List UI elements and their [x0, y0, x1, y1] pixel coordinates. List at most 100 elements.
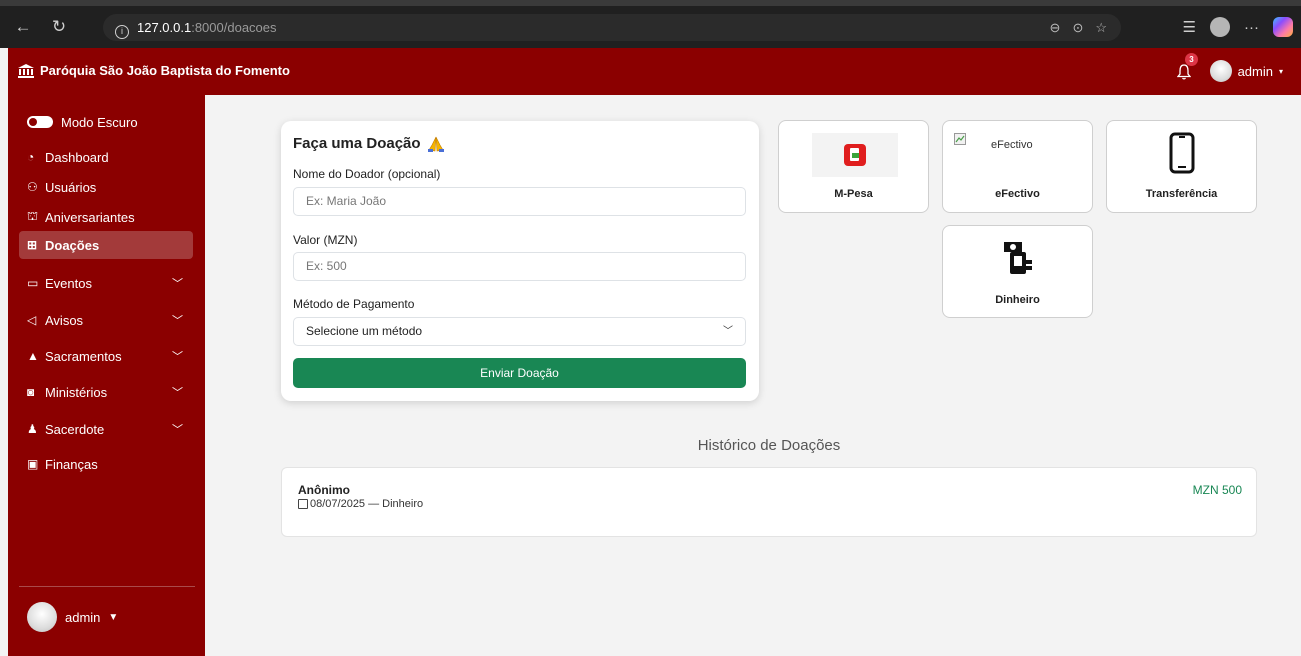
- notifications-button[interactable]: 3: [1176, 53, 1198, 82]
- sidebar: Modo Escuro ◔ Dashboard ⚇ Usuários ⛫ Ani…: [8, 95, 205, 656]
- favorite-star-icon[interactable]: ☆: [1095, 20, 1107, 35]
- drop-icon: ▲: [27, 349, 39, 363]
- back-icon[interactable]: ←: [12, 16, 34, 38]
- mpesa-logo: [812, 133, 898, 177]
- form-title: Faça uma Doação: [293, 135, 747, 152]
- caret-down-icon: ▼: [108, 611, 119, 623]
- donor-name: Anônimo: [298, 483, 350, 497]
- sidebar-item-label: Sacerdote: [45, 421, 105, 437]
- browser-chrome: ← ↻ i 127.0.0.1:8000/doacoes ⊖ ⊙ ☆ ☰ ···: [0, 0, 1301, 48]
- payment-card-label: M-Pesa: [834, 188, 873, 200]
- payment-card-efectivo[interactable]: eFectivo eFectivo: [942, 120, 1093, 213]
- user-menu-toggle[interactable]: admin ▾: [1209, 60, 1283, 82]
- sidebar-item-financas[interactable]: ▣ Finanças: [19, 450, 193, 478]
- sidebar-item-label: Finanças: [45, 456, 98, 472]
- donor-name-label: Nome do Doador (opcional): [293, 167, 441, 181]
- sidebar-item-eventos[interactable]: ▭ Eventos ﹀: [19, 269, 193, 297]
- sidebar-item-usuarios[interactable]: ⚇ Usuários: [19, 173, 193, 201]
- submit-donation-button[interactable]: Enviar Doação: [293, 358, 746, 388]
- payment-method-value: Selecione um método: [306, 324, 423, 338]
- calendar-check-icon: [298, 499, 308, 509]
- reader-icon[interactable]: ⊙: [1072, 20, 1083, 35]
- avatar: [1209, 60, 1232, 82]
- history-title: Histórico de Doações: [697, 437, 841, 454]
- amount-label: Valor (MZN): [293, 233, 358, 247]
- broken-image-icon: [954, 133, 966, 145]
- mpesa-icon: [844, 144, 866, 166]
- sidebar-item-sacerdote[interactable]: ♟ Sacerdote ﹀: [19, 415, 193, 443]
- amount-input[interactable]: Ex: 500: [293, 252, 746, 281]
- sidebar-item-label: Eventos: [45, 275, 92, 291]
- refresh-icon[interactable]: ↻: [48, 16, 70, 38]
- brand[interactable]: Paróquia São João Baptista do Fomento: [18, 63, 290, 78]
- sidebar-item-dashboard[interactable]: ◔ Dashboard: [19, 143, 193, 171]
- sidebar-item-label: Usuários: [45, 179, 97, 195]
- payment-method-label: Método de Pagamento: [293, 297, 415, 311]
- brand-title: Paróquia São João Baptista do Fomento: [40, 63, 290, 78]
- donation-meta: 08/07/2025 — Dinheiro: [298, 498, 423, 510]
- payment-card-mpesa[interactable]: M-Pesa: [778, 120, 929, 213]
- window-edge: [0, 48, 8, 656]
- cash-icon: [1004, 242, 1032, 274]
- favorites-icon[interactable]: ☰: [1183, 18, 1196, 36]
- main-content: Faça uma Doação Nome do Doador (opcional…: [205, 95, 1301, 656]
- avatar: [27, 602, 57, 632]
- dark-mode-toggle[interactable]: Modo Escuro: [19, 108, 193, 136]
- sidebar-item-label: Doações: [45, 237, 100, 253]
- browser-toolbar: ☰ ···: [1183, 12, 1293, 42]
- chevron-down-icon: ﹀: [723, 326, 733, 337]
- sidebar-item-label: Aniversariantes: [45, 209, 135, 225]
- cake-icon: ⛫: [27, 209, 39, 223]
- users-icon: ⚇: [27, 180, 38, 194]
- chevron-down-icon: ﹀: [172, 278, 183, 290]
- megaphone-icon: ◁: [27, 313, 37, 327]
- sidebar-item-label: Avisos: [45, 312, 84, 328]
- calendar-icon: ▭: [27, 276, 39, 290]
- copilot-icon[interactable]: [1273, 17, 1293, 37]
- url-host: 127.0.0.1: [137, 20, 192, 35]
- efectivo-alt-text: eFectivo: [991, 139, 1033, 151]
- payment-card-transferencia[interactable]: Transferência: [1106, 120, 1257, 213]
- church-icon: [18, 63, 34, 78]
- browser-profile-icon[interactable]: [1210, 17, 1230, 37]
- dashboard-icon: ◔: [27, 150, 35, 164]
- bell-icon: [1176, 64, 1192, 80]
- notification-badge: 3: [1185, 53, 1198, 66]
- payment-card-dinheiro[interactable]: Dinheiro: [942, 225, 1093, 318]
- chevron-down-icon: ﹀: [172, 315, 183, 327]
- caret-down-icon: ▾: [1278, 66, 1283, 76]
- donation-form-card: Faça uma Doação Nome do Doador (opcional…: [281, 121, 759, 401]
- gift-icon: ⊞: [27, 238, 38, 252]
- sidebar-item-aniversariantes[interactable]: ⛫ Aniversariantes: [19, 203, 193, 231]
- chevron-down-icon: ﹀: [172, 424, 183, 436]
- sidebar-item-label: Ministérios: [45, 384, 108, 400]
- sidebar-item-sacramentos[interactable]: ▲ Sacramentos ﹀: [19, 342, 193, 370]
- sidebar-divider: [19, 586, 195, 587]
- form-title-text: Faça uma Doação: [293, 135, 421, 152]
- donation-amount: MZN 500: [1192, 483, 1242, 497]
- chevron-down-icon: ﹀: [172, 387, 183, 399]
- sidebar-item-label: Sacramentos: [45, 348, 122, 364]
- priest-icon: ♟: [27, 422, 38, 436]
- praying-hands-icon: [427, 136, 444, 152]
- url-path: :8000/doacoes: [191, 20, 277, 35]
- donor-name-input[interactable]: Ex: Maria João: [293, 187, 746, 216]
- sidebar-item-doacoes[interactable]: ⊞ Doações: [19, 231, 193, 259]
- history-list-item: Anônimo 08/07/2025 — Dinheiro MZN 500: [281, 467, 1257, 537]
- site-info-icon[interactable]: i: [115, 25, 129, 39]
- sidebar-item-label: Modo Escuro: [61, 114, 138, 130]
- sidebar-item-avisos[interactable]: ◁ Avisos ﹀: [19, 306, 193, 334]
- more-icon[interactable]: ···: [1244, 19, 1259, 36]
- sidebar-item-label: Dashboard: [45, 149, 109, 165]
- zoom-icon[interactable]: ⊖: [1050, 20, 1061, 35]
- payment-card-label: eFectivo: [995, 188, 1040, 200]
- address-bar[interactable]: i 127.0.0.1:8000/doacoes ⊖ ⊙ ☆: [103, 14, 1121, 41]
- user-name: admin: [1237, 63, 1273, 79]
- payment-method-select[interactable]: Selecione um método ﹀: [293, 317, 746, 346]
- sidebar-user-menu[interactable]: admin ▼: [27, 602, 118, 632]
- money-icon: ▣: [27, 457, 39, 471]
- sidebar-item-ministerios[interactable]: ◙ Ministérios ﹀: [19, 378, 193, 406]
- phone-icon: [1169, 132, 1195, 174]
- toggle-icon[interactable]: [27, 116, 53, 128]
- payment-card-label: Dinheiro: [995, 294, 1040, 306]
